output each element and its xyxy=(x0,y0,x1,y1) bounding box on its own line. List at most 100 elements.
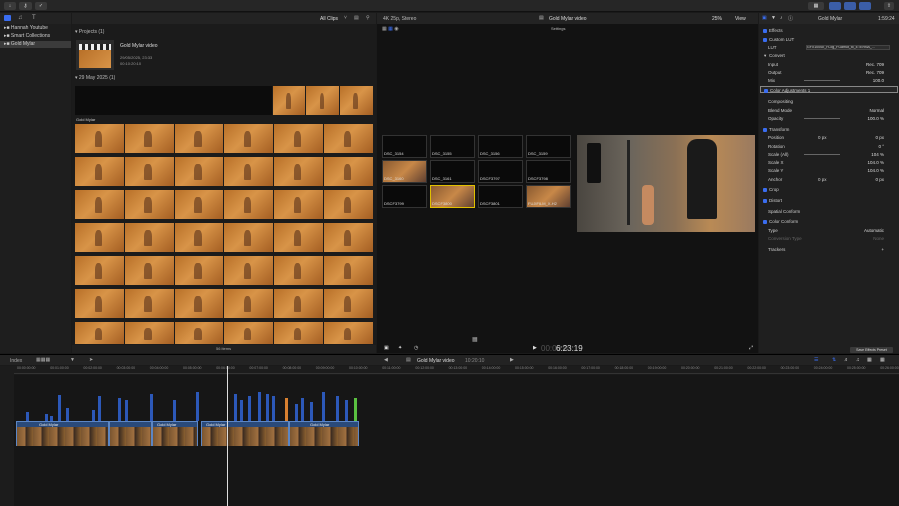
snap-icon[interactable]: ⇅ xyxy=(832,357,836,363)
effects-section[interactable]: Effects xyxy=(760,27,898,34)
select-tool-icon[interactable]: ➤ xyxy=(89,357,93,363)
timeline-clip[interactable]: Gold Mylar xyxy=(289,421,359,446)
viewer-thumbnail[interactable]: DSCF3800 xyxy=(430,185,475,208)
timeline-clip[interactable]: Gold Mylar xyxy=(16,421,109,446)
viewer-thumbnail[interactable]: DSC_3161 xyxy=(430,160,475,183)
connected-clip[interactable] xyxy=(240,400,243,421)
trackers-row[interactable]: Trackers + xyxy=(760,246,898,253)
layout-timeline-button[interactable] xyxy=(844,2,856,10)
viewer-thumbnail[interactable]: DSC_3159 xyxy=(526,135,571,158)
checkbox-icon[interactable] xyxy=(764,88,768,93)
lut-dropdown[interactable]: GFX100SII_FLog_FGamut_to_ETERNA_... xyxy=(806,45,890,50)
connected-clip[interactable] xyxy=(310,402,313,421)
fullscreen-grid-icon[interactable]: ▦ xyxy=(472,336,478,343)
layout-inspector-button[interactable] xyxy=(859,2,871,10)
viewer-thumbnail[interactable]: DSC_3154 xyxy=(382,135,427,158)
color-inspector-icon[interactable]: ▼ xyxy=(771,15,776,21)
filmstrip-row[interactable] xyxy=(75,289,373,318)
date-section[interactable]: ▾ 29 May 2025 (1) xyxy=(75,75,115,81)
viewer-thumbnail[interactable]: DSCF3798 xyxy=(526,160,571,183)
connected-clip[interactable] xyxy=(173,400,176,421)
audio-skim-icon[interactable]: ☰ xyxy=(814,357,818,363)
viewer-thumbnail[interactable]: FUJIFILM_X-H2 xyxy=(526,185,571,208)
connected-clip[interactable] xyxy=(258,392,261,421)
timeline-clip[interactable]: Gold Mylar xyxy=(201,421,289,446)
input-dropdown[interactable]: Rec. 709 xyxy=(866,61,884,68)
timeline-clip[interactable]: Gold Mylar xyxy=(152,421,198,446)
audio-inspector-icon[interactable]: ♪ xyxy=(780,15,783,21)
connected-clip[interactable] xyxy=(92,410,95,421)
forward-arrow-icon[interactable]: ▶ xyxy=(510,357,514,363)
conversion-dropdown[interactable]: None xyxy=(873,235,884,242)
connected-clip[interactable] xyxy=(150,394,153,421)
info-icon[interactable]: ⓘ xyxy=(788,15,793,22)
filmstrip-row[interactable] xyxy=(75,223,373,252)
connected-clip[interactable] xyxy=(196,392,199,421)
distort-section[interactable]: Distort xyxy=(760,197,898,204)
layout-browser-button[interactable] xyxy=(829,2,841,10)
share-icon[interactable]: ⇧ xyxy=(884,2,894,10)
filmstrip-row[interactable] xyxy=(75,322,373,344)
connected-clip[interactable] xyxy=(272,396,275,421)
search-icon[interactable]: ⚲ xyxy=(366,15,370,21)
opacity-value[interactable]: 100.0 % xyxy=(867,115,884,122)
connected-clip[interactable] xyxy=(345,400,348,421)
opacity-slider[interactable] xyxy=(804,118,840,119)
scale-all-field[interactable]: 104 % xyxy=(871,151,884,158)
back-arrow-icon[interactable]: ◀ xyxy=(384,357,388,363)
color-conform-section[interactable]: Color Conform xyxy=(760,218,898,225)
video-inspector-icon[interactable]: ▣ xyxy=(762,15,767,21)
pos-x-field[interactable]: 0 px xyxy=(818,134,827,141)
viewer-mode-icons[interactable]: ▦ ▦ ◉ xyxy=(382,26,404,32)
connected-clip[interactable] xyxy=(354,398,357,421)
append-icon[interactable]: ▦▦▦ xyxy=(36,357,50,363)
connected-clip[interactable] xyxy=(322,392,325,421)
library-item-gold-mylar[interactable]: ▸■ Gold Mylar xyxy=(0,41,71,48)
clip-appearance-icon[interactable]: ▦ xyxy=(867,357,872,363)
transform-section[interactable]: Transform xyxy=(760,126,898,133)
connected-clip[interactable] xyxy=(336,396,339,421)
scale-y-field[interactable]: 104.0 % xyxy=(867,167,884,174)
custom-lut-row[interactable]: Custom LUT xyxy=(760,36,898,43)
filmstrip-row[interactable] xyxy=(75,86,374,115)
effects-browser-icon[interactable]: ▦ xyxy=(880,357,885,363)
color-adjustments-row[interactable]: Color Adjustments 1 xyxy=(760,86,898,93)
add-tracker-icon[interactable]: + xyxy=(881,246,884,253)
convert-row[interactable]: ▾ Convert xyxy=(760,52,898,59)
magic-wand-icon[interactable]: ✦ xyxy=(398,345,402,351)
checkmark-button[interactable]: ✓ xyxy=(35,2,47,10)
view-dropdown[interactable]: View xyxy=(735,16,746,22)
output-dropdown[interactable]: Rec. 709 xyxy=(866,69,884,76)
connected-clip[interactable] xyxy=(248,396,251,421)
checkbox-icon[interactable] xyxy=(763,198,767,203)
key-button[interactable]: ⚷ xyxy=(19,2,32,10)
checkbox-icon[interactable] xyxy=(763,219,767,224)
mix-slider[interactable] xyxy=(804,80,840,81)
checkbox-icon[interactable] xyxy=(763,37,767,42)
anchor-y-field[interactable]: 0 px xyxy=(875,176,884,183)
spatial-conform-section[interactable]: Spatial Conform xyxy=(760,208,898,215)
connected-clip[interactable] xyxy=(266,394,269,421)
libraries-icon[interactable] xyxy=(4,15,11,21)
workspace-button[interactable]: ▦ xyxy=(808,2,824,10)
headphones-icon[interactable]: ♫ xyxy=(856,357,860,363)
connected-clip[interactable] xyxy=(98,396,101,421)
connected-clip[interactable] xyxy=(295,404,298,421)
mix-value[interactable]: 100.0 xyxy=(873,77,884,84)
index-button[interactable]: Index xyxy=(10,358,22,364)
filmstrip-row[interactable] xyxy=(75,157,373,186)
timecode[interactable]: 6:23:19 xyxy=(556,344,583,353)
viewer-thumbnail[interactable]: DSCF3799 xyxy=(382,185,427,208)
viewer-thumbnail[interactable]: DSCF3797 xyxy=(478,160,523,183)
chevron-down-icon[interactable]: ˅ xyxy=(344,15,347,21)
import-button[interactable]: ↓ xyxy=(4,2,16,10)
connected-clip[interactable] xyxy=(285,398,288,421)
connected-clip[interactable] xyxy=(234,394,237,421)
clip-filter-dropdown[interactable]: All Clips xyxy=(320,16,338,22)
filmstrip-row[interactable] xyxy=(75,190,373,219)
blend-mode-dropdown[interactable]: Normal xyxy=(869,107,884,114)
photos-icon[interactable]: ♫ xyxy=(18,15,23,21)
connected-clip[interactable] xyxy=(66,408,69,421)
rotation-field[interactable]: 0 ° xyxy=(878,143,884,150)
checkbox-icon[interactable] xyxy=(763,28,767,33)
